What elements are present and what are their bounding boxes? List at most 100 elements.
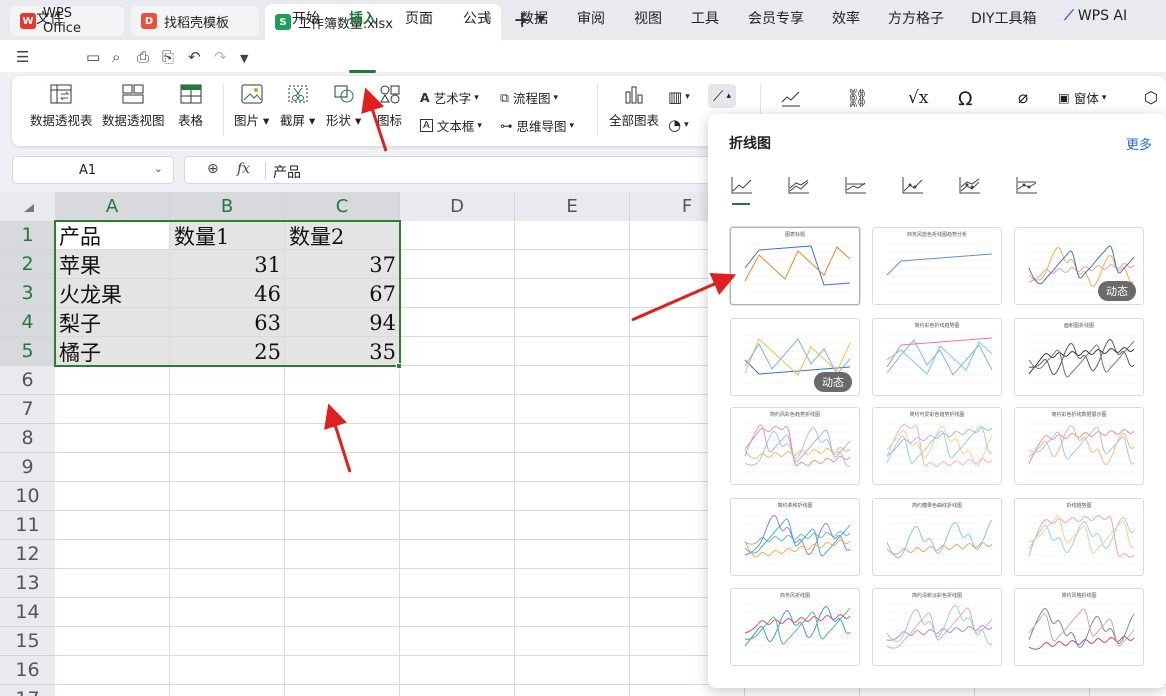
window-button[interactable]: ▣ 窗体 ▾ — [1058, 88, 1106, 107]
menu-tools[interactable]: 工具 — [691, 8, 719, 28]
column-header-b[interactable]: B — [170, 192, 285, 221]
hyperlink-button[interactable]: ⛓ — [846, 88, 869, 109]
line-chart-template-12[interactable]: 折线趋势图 — [1014, 498, 1144, 576]
tab-wps-office[interactable]: W WPS Office — [10, 6, 124, 36]
redo-icon[interactable]: ↷ — [214, 48, 227, 66]
all-charts-button[interactable]: 全部图表 — [609, 84, 659, 129]
flowchart-button[interactable]: ⧉ 流程图 ▾ — [500, 88, 558, 107]
column-header-e[interactable]: E — [515, 192, 630, 221]
name-box[interactable]: A1 ⌄ — [12, 156, 174, 184]
row-header-15[interactable]: 15 — [0, 627, 55, 656]
cell-c5[interactable]: 35 — [285, 337, 400, 366]
column-header-d[interactable]: D — [400, 192, 515, 221]
line-chart-template-10[interactable]: 简约柔和折线图 — [730, 498, 860, 576]
row-header-7[interactable]: 7 — [0, 395, 55, 424]
menu-home[interactable]: 开始 — [292, 8, 320, 28]
row-header-13[interactable]: 13 — [0, 569, 55, 598]
menu-efficiency[interactable]: 效率 — [832, 8, 860, 28]
table-button[interactable]: 表格 — [178, 84, 203, 129]
cell-a4[interactable]: 梨子 — [55, 308, 170, 337]
screenshot-button[interactable]: 截屏 ▾ — [280, 84, 315, 129]
row-header-17[interactable]: 17 — [0, 685, 55, 696]
menu-file[interactable]: 文件 — [36, 8, 64, 28]
wordart-button[interactable]: A 艺术字 ▾ — [420, 88, 479, 107]
line-chart-template-11[interactable]: 简约糖果色曲线折线图 — [872, 498, 1002, 576]
save-icon[interactable]: ▭ — [86, 48, 100, 66]
row-header-11[interactable]: 11 — [0, 511, 55, 540]
row-header-16[interactable]: 16 — [0, 656, 55, 685]
symbol-button[interactable]: Ω — [958, 88, 973, 110]
cell-c3[interactable]: 67 — [285, 279, 400, 308]
pivot-chart-button[interactable]: 数据透视图 — [102, 84, 165, 129]
cell-b3[interactable]: 46 — [170, 279, 285, 308]
line-chart-button[interactable]: ⟋ ▴ — [708, 84, 737, 108]
menu-review[interactable]: 审阅 — [577, 8, 605, 28]
percent-line-markers-subtype-icon[interactable] — [1015, 176, 1039, 194]
row-header-6[interactable]: 6 — [0, 366, 55, 395]
line-chart-template-15[interactable]: 简约风格折线图 — [1014, 588, 1144, 666]
fx-icon[interactable]: fx — [237, 161, 250, 177]
line-chart-template-3[interactable]: 动态 — [1014, 227, 1144, 305]
line-chart-template-14[interactable]: 简约清新淡彩色折线图 — [872, 588, 1002, 666]
line-chart-template-4[interactable]: 动态 — [730, 318, 860, 396]
tab-docer-templates[interactable]: D 找稻壳模板 — [131, 6, 259, 36]
sparkline-button[interactable] — [780, 88, 802, 108]
line-chart-template-1[interactable]: 图表标题 — [730, 227, 860, 305]
line-chart-template-9[interactable]: 简约彩色折线数据展示图 — [1014, 407, 1144, 485]
row-header-3[interactable]: 3 — [0, 279, 55, 308]
menu-insert[interactable]: 插入 — [349, 8, 377, 28]
column-header-a[interactable]: A — [55, 192, 170, 221]
row-header-9[interactable]: 9 — [0, 453, 55, 482]
cell-a2[interactable]: 苹果 — [55, 250, 170, 279]
print-icon[interactable]: ⎙ — [137, 48, 149, 66]
line-chart-template-2[interactable]: 商务风蓝色折线图趋势分析 — [872, 227, 1002, 305]
line-chart-template-6[interactable]: 面积图折线图 — [1014, 318, 1144, 396]
select-all-corner[interactable] — [0, 192, 55, 221]
row-header-12[interactable]: 12 — [0, 540, 55, 569]
menu-page[interactable]: 页面 — [405, 8, 433, 28]
column-header-c[interactable]: C — [285, 192, 400, 221]
menu-member[interactable]: 会员专享 — [748, 8, 804, 28]
percent-stacked-line-subtype-icon[interactable] — [844, 176, 868, 194]
cell-c4[interactable]: 94 — [285, 308, 400, 337]
mindmap-button[interactable]: ⊶ 思维导图 ▾ — [500, 116, 574, 135]
cell-a5[interactable]: 橘子 — [55, 337, 170, 366]
pie-chart-button[interactable]: ◔ ▾ — [668, 116, 689, 134]
more-link[interactable]: 更多 — [1126, 134, 1152, 153]
cell-b1[interactable]: 数量1 — [170, 221, 285, 250]
row-header-4[interactable]: 4 — [0, 308, 55, 337]
shape-button[interactable]: 形状 ▾ — [326, 84, 361, 129]
line-chart-template-5[interactable]: 简约彩色折线趋势图 — [872, 318, 1002, 396]
picture-button[interactable]: 图片 ▾ — [234, 84, 269, 129]
cell-c1[interactable]: 数量2 — [285, 221, 400, 250]
textbox-button[interactable]: A 文本框 ▾ — [420, 116, 482, 135]
column-chart-button[interactable]: ▥ ▾ — [668, 88, 690, 106]
line-chart-template-8[interactable]: 简约可爱彩色趋势折线图 — [872, 407, 1002, 485]
menu-formula[interactable]: 公式 — [463, 8, 491, 28]
cell-b5[interactable]: 25 — [170, 337, 285, 366]
undo-icon[interactable]: ↶ — [188, 48, 201, 66]
line-chart-subtype-icon[interactable] — [730, 176, 754, 194]
wps-ai-button[interactable]: ⟋ WPS AI — [1064, 8, 1127, 24]
icon-button[interactable]: 图标 — [377, 84, 402, 129]
cell-b4[interactable]: 63 — [170, 308, 285, 337]
row-header-10[interactable]: 10 — [0, 482, 55, 511]
pivot-table-button[interactable]: 数据透视表 — [30, 84, 93, 129]
menu-fangfang[interactable]: 方方格子 — [888, 8, 944, 28]
zoom-search-icon[interactable]: ⊕ — [207, 161, 219, 177]
share-icon[interactable]: ⌕ — [112, 48, 120, 66]
menu-data[interactable]: 数据 — [520, 8, 548, 28]
cell-a3[interactable]: 火龙果 — [55, 279, 170, 308]
menu-view[interactable]: 视图 — [634, 8, 662, 28]
menu-diy-toolbox[interactable]: DIY工具箱 — [971, 8, 1036, 28]
quick-access-chevron-icon[interactable]: ▼ — [240, 52, 248, 65]
more-tools-button[interactable]: ⬡ — [1144, 88, 1158, 107]
line-with-markers-subtype-icon[interactable] — [901, 176, 925, 194]
stacked-line-subtype-icon[interactable] — [787, 176, 811, 194]
attachment-button[interactable]: ⌀ — [1018, 88, 1028, 108]
row-header-14[interactable]: 14 — [0, 598, 55, 627]
formula-button[interactable]: √x — [908, 88, 928, 108]
stacked-line-markers-subtype-icon[interactable] — [958, 176, 982, 194]
line-chart-template-7[interactable]: 简约风彩色趋势折线图 — [730, 407, 860, 485]
row-header-5[interactable]: 5 — [0, 337, 55, 366]
